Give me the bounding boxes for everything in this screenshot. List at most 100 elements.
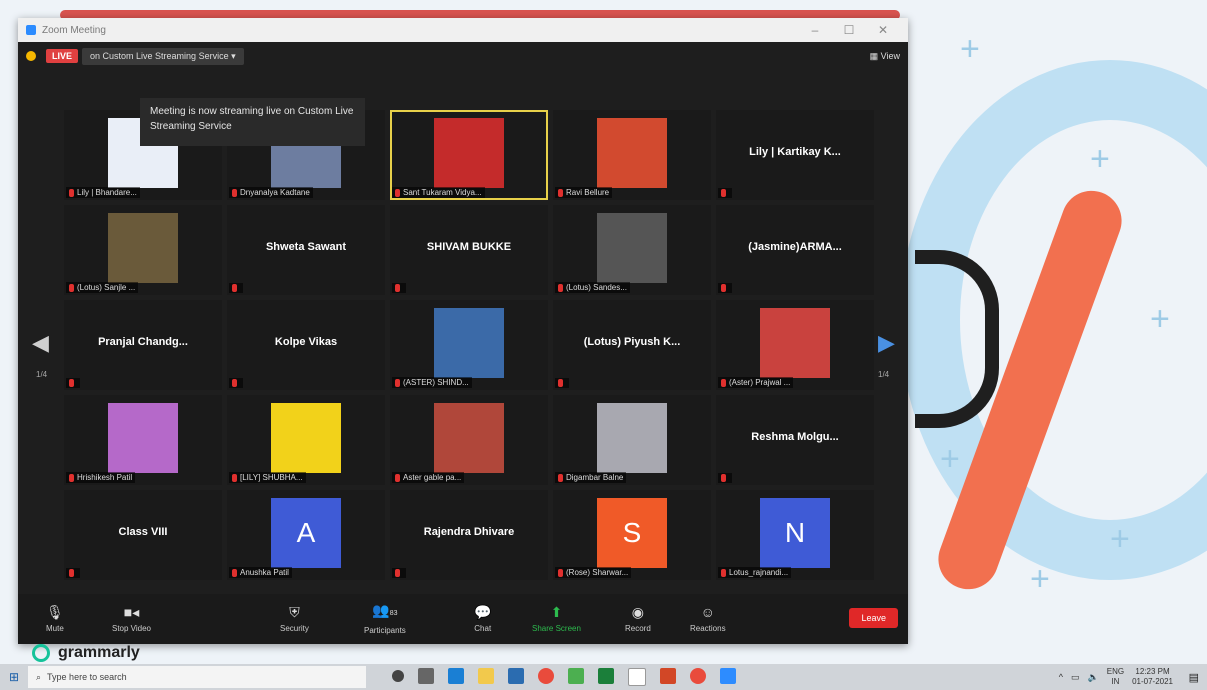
- participant-video: [597, 213, 667, 283]
- stop-video-button[interactable]: ■◂ Stop Video: [112, 605, 151, 633]
- security-button[interactable]: ⛨ Security: [280, 605, 309, 633]
- search-placeholder: Type here to search: [47, 672, 127, 682]
- participants-icon: 👥83: [372, 602, 398, 618]
- participant-tile[interactable]: Lily | Kartikay K...: [716, 110, 874, 200]
- muted-mic-icon: [395, 188, 400, 197]
- participant-label: Ravi Bellure: [555, 187, 613, 198]
- participant-tile[interactable]: (Aster) Prajwal ...: [716, 300, 874, 390]
- participant-tile[interactable]: (Lotus) Sanjle ...: [64, 205, 222, 295]
- system-clock[interactable]: 12:23 PM 01-07-2021: [1132, 667, 1173, 687]
- participant-name: Digambar Balne: [566, 473, 624, 482]
- language-indicator[interactable]: ENG IN: [1107, 667, 1124, 687]
- participant-tile[interactable]: (ASTER) SHIND...: [390, 300, 548, 390]
- muted-mic-icon: [395, 378, 400, 387]
- leave-button[interactable]: Leave: [849, 608, 898, 628]
- participant-label: [229, 283, 243, 293]
- wallpaper-plus: +: [960, 30, 980, 68]
- participant-video: [597, 403, 667, 473]
- participant-tile[interactable]: Hrishikesh Patil: [64, 395, 222, 485]
- participant-tile[interactable]: (Jasmine)ARMA...: [716, 205, 874, 295]
- participant-tile[interactable]: A Anushka Patil: [227, 490, 385, 580]
- participant-video: [760, 308, 830, 378]
- next-page-arrow[interactable]: ▶: [878, 330, 895, 356]
- taskbar-search-box[interactable]: ⌕ Type here to search: [28, 666, 366, 688]
- share-screen-button[interactable]: ⬆ Share Screen: [532, 605, 581, 633]
- participant-label: [229, 378, 243, 388]
- participant-tile[interactable]: Rajendra Dhivare: [390, 490, 548, 580]
- cortana-icon[interactable]: [392, 670, 404, 682]
- windows-taskbar: ⊞ ⌕ Type here to search ^ ▭ 🔈 ENG IN 12:…: [0, 664, 1207, 690]
- participant-grid: Lily | Bhandare... Dnyanalya Kadtane Sant …: [64, 110, 874, 580]
- participant-label: Aster gable pa...: [392, 472, 465, 483]
- participant-label: [718, 188, 732, 198]
- participant-label: [LILY] SHUBHA...: [229, 472, 306, 483]
- chat-button[interactable]: 💬 Chat: [474, 605, 491, 633]
- muted-mic-icon: [558, 379, 563, 387]
- close-icon[interactable]: ✕: [866, 23, 900, 37]
- participant-avatar: S: [597, 498, 667, 568]
- participant-name-center: Class VIII: [118, 526, 168, 538]
- share-screen-icon: ⬆: [550, 604, 563, 620]
- participant-name: (Rose) Sharwar...: [566, 568, 629, 577]
- excel-icon[interactable]: [598, 668, 614, 684]
- participant-tile[interactable]: (Lotus) Piyush K...: [553, 300, 711, 390]
- participant-tile[interactable]: SHIVAM BUKKE: [390, 205, 548, 295]
- chrome-icon[interactable]: [538, 668, 554, 684]
- previous-page-arrow[interactable]: ◀: [32, 330, 49, 356]
- maximize-icon[interactable]: ☐: [832, 23, 866, 37]
- shield-icon[interactable]: [26, 51, 36, 61]
- muted-mic-icon: [558, 283, 563, 292]
- participant-video: [434, 308, 504, 378]
- participant-tile[interactable]: [LILY] SHUBHA...: [227, 395, 385, 485]
- participant-tile[interactable]: Ravi Bellure: [553, 110, 711, 200]
- store-icon[interactable]: [508, 668, 524, 684]
- photos-icon[interactable]: [568, 668, 584, 684]
- participant-label: Anushka Patil: [229, 567, 292, 578]
- notepad-icon[interactable]: [628, 668, 646, 686]
- minimize-icon[interactable]: –: [798, 23, 832, 37]
- live-service-dropdown[interactable]: on Custom Live Streaming Service ▾: [82, 47, 244, 65]
- zoom-icon[interactable]: [720, 668, 736, 684]
- participant-tile[interactable]: Class VIII: [64, 490, 222, 580]
- reactions-button[interactable]: ☺ Reactions: [690, 605, 726, 633]
- view-label: View: [880, 50, 900, 61]
- view-button[interactable]: ▦ View: [870, 51, 900, 62]
- microphone-icon: 🎙: [46, 604, 64, 620]
- zoom-window: Zoom Meeting – ☐ ✕ LIVE on Custom Live S…: [18, 18, 908, 644]
- tray-chevron-icon[interactable]: ^: [1059, 672, 1063, 682]
- mute-button[interactable]: 🎙 Mute: [46, 605, 64, 633]
- participant-tile[interactable]: Sant Tukaram Vidya...: [390, 110, 548, 200]
- file-explorer-icon[interactable]: [478, 668, 494, 684]
- participant-tile[interactable]: N Lotus_rajnandi...: [716, 490, 874, 580]
- participant-name: (Lotus) Sanjle ...: [77, 283, 136, 292]
- chat-bubble-icon: 💬: [474, 604, 492, 620]
- record-button[interactable]: ◉ Record: [625, 605, 651, 633]
- muted-mic-icon: [395, 569, 400, 577]
- participants-button[interactable]: 👥83 Participants: [364, 603, 406, 635]
- participant-tile[interactable]: Kolpe Vikas: [227, 300, 385, 390]
- participant-label: Lily | Bhandare...: [66, 187, 140, 198]
- participant-tile[interactable]: Shweta Sawant: [227, 205, 385, 295]
- notification-icon[interactable]: ▤: [1189, 671, 1199, 684]
- task-view-icon[interactable]: [418, 668, 434, 684]
- mute-label: Mute: [46, 624, 64, 633]
- participant-tile[interactable]: S (Rose) Sharwar...: [553, 490, 711, 580]
- windows-start-icon[interactable]: ⊞: [0, 670, 28, 684]
- wallpaper-plus: +: [1110, 520, 1130, 558]
- participant-tile[interactable]: Pranjal Chandg...: [64, 300, 222, 390]
- muted-mic-icon: [69, 569, 74, 577]
- volume-icon[interactable]: 🔈: [1088, 672, 1099, 683]
- participant-tile[interactable]: (Lotus) Sandes...: [553, 205, 711, 295]
- powerpoint-icon[interactable]: [660, 668, 676, 684]
- participant-video: [434, 403, 504, 473]
- participant-avatar: N: [760, 498, 830, 568]
- chrome-icon[interactable]: [690, 668, 706, 684]
- participant-name-center: Lily | Kartikay K...: [749, 146, 841, 158]
- participant-tile[interactable]: Aster gable pa...: [390, 395, 548, 485]
- participant-label: (Lotus) Sandes...: [555, 282, 630, 293]
- participant-tile[interactable]: Digambar Balne: [553, 395, 711, 485]
- window-titlebar: Zoom Meeting – ☐ ✕: [18, 18, 908, 42]
- participant-tile[interactable]: Reshma Molgu...: [716, 395, 874, 485]
- network-icon[interactable]: ▭: [1071, 672, 1080, 683]
- edge-icon[interactable]: [448, 668, 464, 684]
